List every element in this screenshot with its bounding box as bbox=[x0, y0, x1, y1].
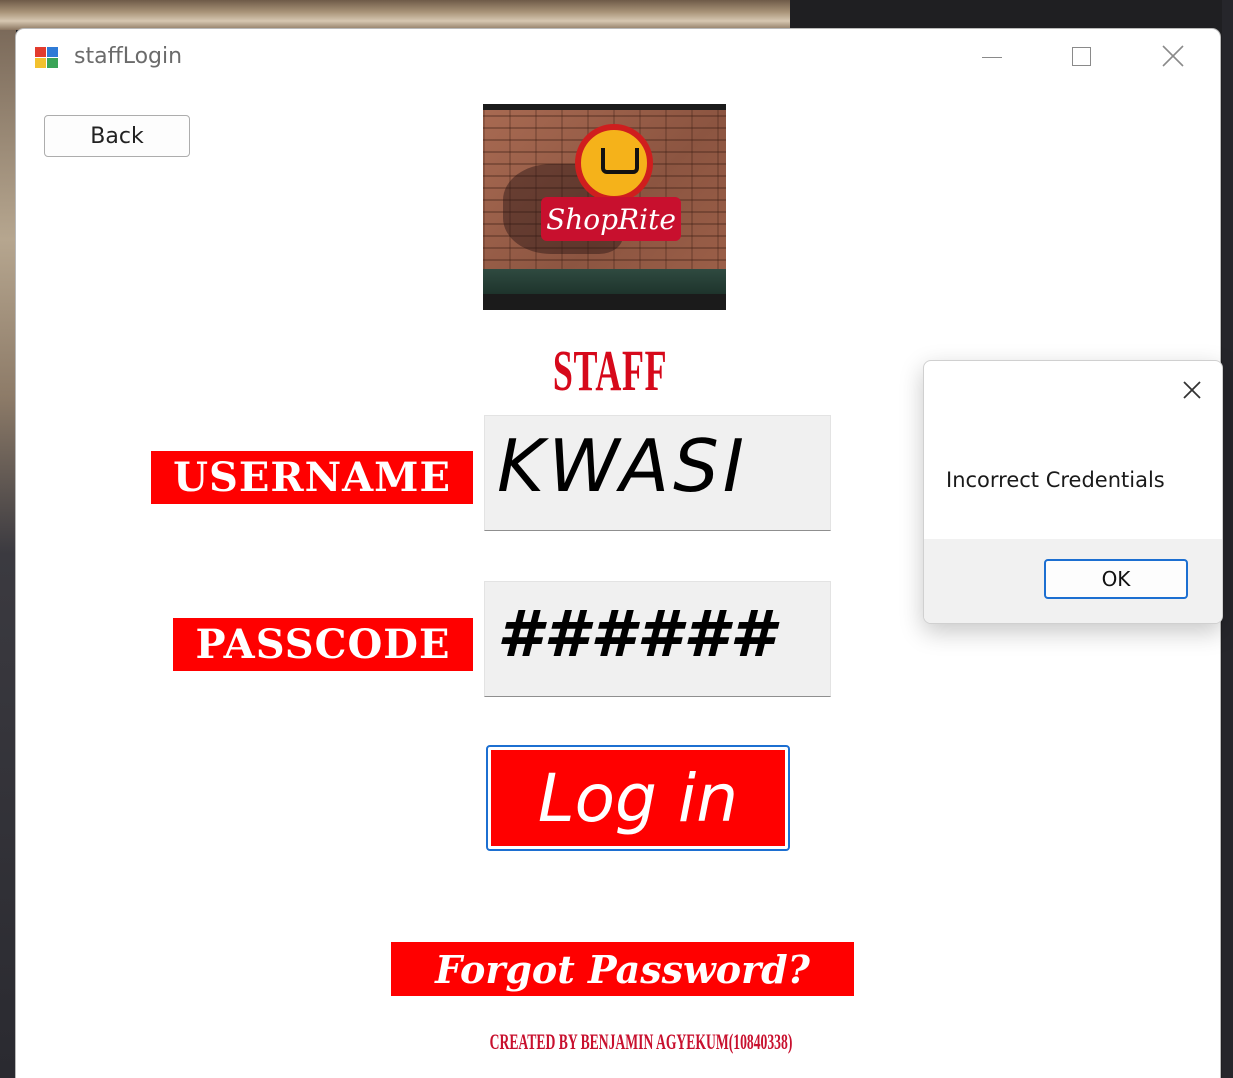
shoprite-logo-image: ShopRite bbox=[483, 104, 726, 310]
dialog-message: Incorrect Credentials bbox=[946, 468, 1165, 492]
app-icon bbox=[35, 47, 59, 69]
passcode-label: PASSCODE bbox=[173, 618, 473, 671]
desktop-background-right bbox=[1222, 0, 1233, 1078]
minimize-button[interactable] bbox=[968, 39, 1014, 75]
dialog-close-button[interactable] bbox=[1177, 375, 1207, 405]
credits-text: CREATED BY BENJAMIN AGYEKUM(10840338) bbox=[489, 1029, 793, 1054]
passcode-field[interactable]: ###### bbox=[484, 581, 831, 697]
desktop-background bbox=[0, 0, 790, 30]
minimize-icon bbox=[982, 57, 1002, 58]
passcode-value: ###### bbox=[497, 598, 777, 672]
login-button-label: Log in bbox=[491, 750, 785, 846]
desktop-background-left bbox=[0, 30, 16, 1078]
login-button[interactable]: Log in bbox=[486, 745, 790, 851]
dialog-footer: OK bbox=[924, 539, 1222, 623]
username-label: USERNAME bbox=[151, 451, 473, 504]
close-icon bbox=[1162, 45, 1184, 67]
maximize-button[interactable] bbox=[1058, 39, 1104, 75]
back-button[interactable]: Back bbox=[44, 115, 190, 157]
ok-button[interactable]: OK bbox=[1044, 559, 1188, 599]
username-field[interactable]: KWASI bbox=[484, 415, 831, 531]
close-icon bbox=[1183, 381, 1201, 399]
maximize-icon bbox=[1072, 47, 1091, 66]
logo-sign: ShopRite bbox=[541, 197, 681, 241]
forgot-password-link[interactable]: Forgot Password? bbox=[391, 942, 854, 996]
window-title: staffLogin bbox=[74, 44, 183, 69]
error-message-box: Incorrect Credentials OK bbox=[923, 360, 1223, 624]
cart-badge-icon bbox=[575, 124, 653, 202]
close-button[interactable] bbox=[1150, 39, 1196, 75]
title-bar[interactable]: staffLogin bbox=[16, 29, 1220, 85]
username-value: KWASI bbox=[497, 424, 749, 508]
